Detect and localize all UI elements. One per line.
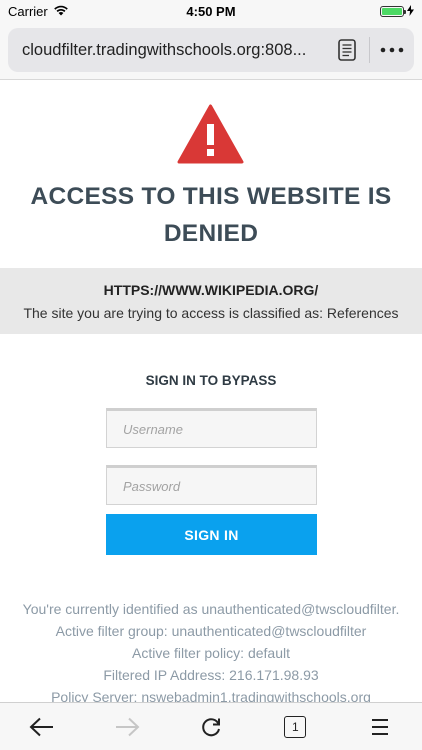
- warning-icon: [177, 104, 244, 164]
- divider: [369, 37, 370, 63]
- reload-icon[interactable]: [189, 705, 233, 749]
- filter-info: You're currently identified as unauthent…: [0, 598, 422, 702]
- blocked-description: The site you are trying to access is cla…: [23, 305, 399, 321]
- tab-count: 1: [284, 715, 307, 738]
- status-right: [380, 4, 414, 19]
- carrier-label: Carrier: [8, 3, 48, 19]
- blocked-url: HTTPS://WWW.WIKIPEDIA.ORG/: [103, 282, 319, 298]
- battery-icon: [380, 5, 406, 17]
- blocked-site-banner: HTTPS://WWW.WIKIPEDIA.ORG/ The site you …: [0, 268, 422, 334]
- page-content: ACCESS TO THIS WEBSITE IS DENIED HTTPS:/…: [0, 80, 422, 702]
- tabs-icon[interactable]: 1: [273, 705, 317, 749]
- filter-group-line: Active filter group: unauthenticated@tws…: [55, 623, 367, 639]
- page-title: ACCESS TO THIS WEBSITE IS DENIED: [30, 183, 392, 247]
- reader-icon[interactable]: [333, 36, 361, 64]
- more-icon[interactable]: [378, 36, 406, 64]
- identity-line: You're currently identified as unauthent…: [22, 601, 400, 617]
- menu-icon[interactable]: [358, 705, 402, 749]
- charging-icon: [407, 4, 414, 19]
- signin-heading: SIGN IN TO BYPASS: [145, 373, 277, 388]
- sign-in-button[interactable]: SIGN IN: [106, 514, 317, 555]
- browser-toolbar: 1: [0, 702, 422, 750]
- url-text[interactable]: cloudfilter.tradingwithschools.org:808..…: [22, 41, 327, 60]
- wifi-icon: [53, 4, 69, 19]
- policy-server-line: Policy Server: nswebadmin1.tradingwithsc…: [51, 689, 371, 702]
- filter-policy-line: Active filter policy: default: [132, 645, 290, 661]
- browser-header: cloudfilter.tradingwithschools.org:808..…: [0, 22, 422, 80]
- ip-address-line: Filtered IP Address: 216.171.98.93: [103, 667, 319, 683]
- forward-arrow-icon[interactable]: [105, 705, 149, 749]
- address-bar[interactable]: cloudfilter.tradingwithschools.org:808..…: [8, 28, 414, 72]
- status-left: Carrier: [8, 4, 69, 19]
- back-arrow-icon[interactable]: [20, 705, 64, 749]
- password-field[interactable]: [106, 465, 317, 505]
- status-bar: Carrier 4:50 PM: [0, 0, 422, 22]
- username-field[interactable]: [106, 408, 317, 448]
